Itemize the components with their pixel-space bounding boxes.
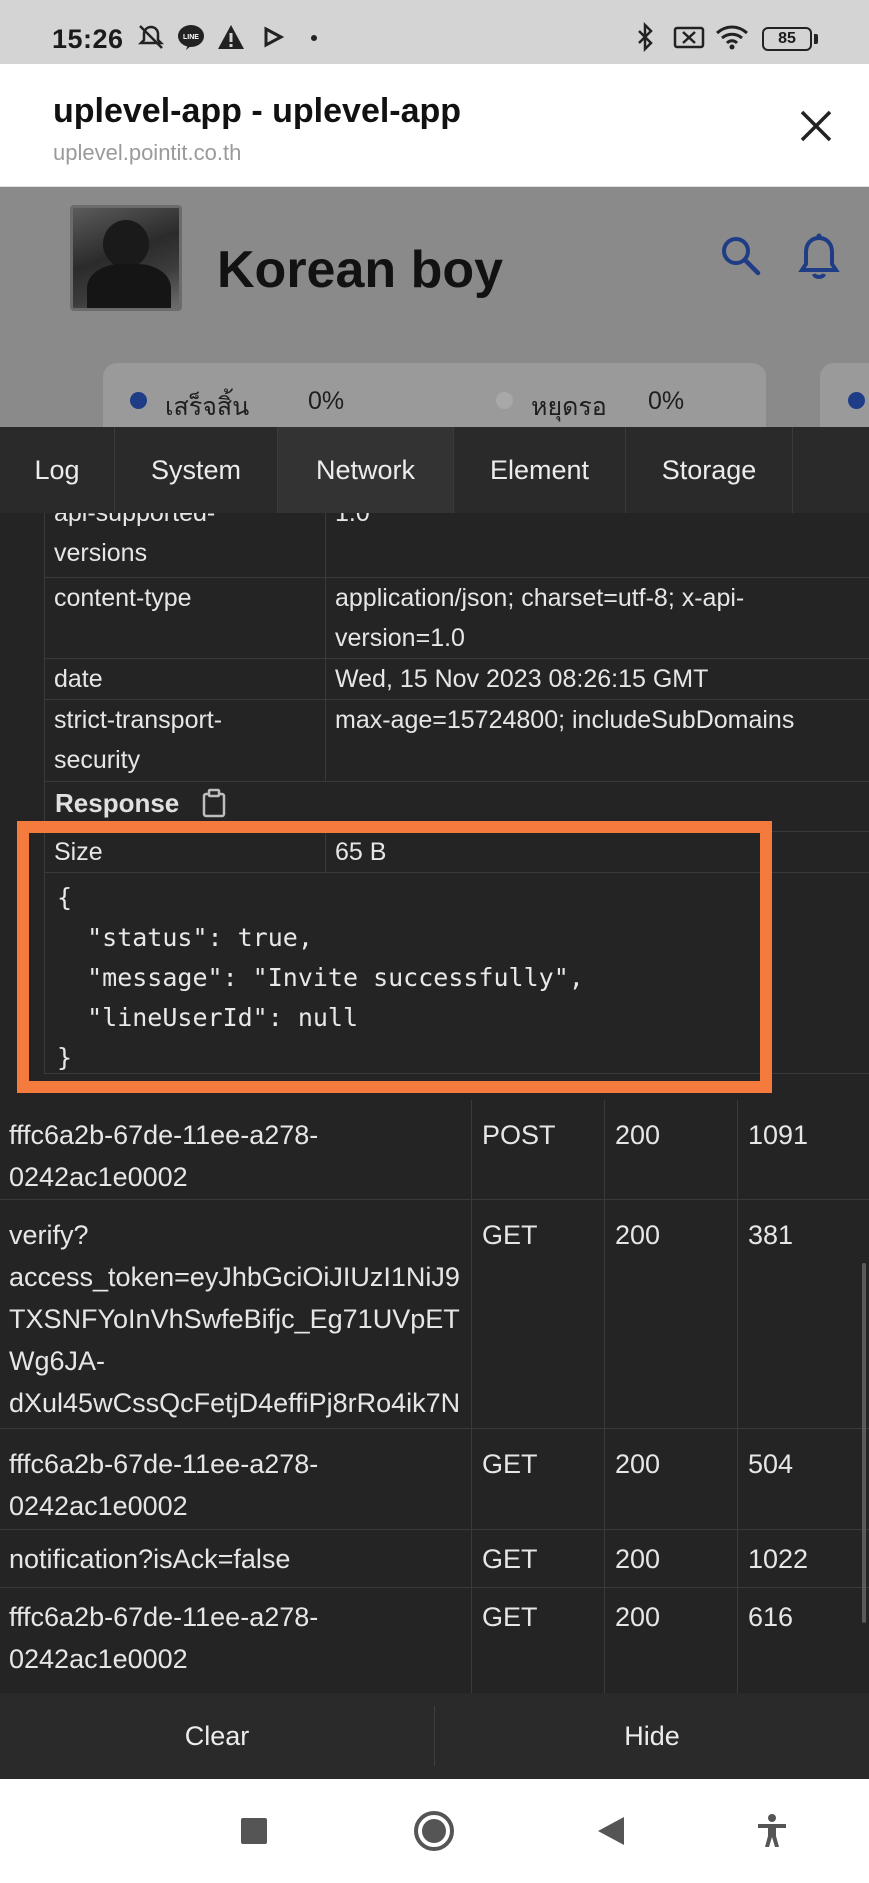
header-value: max-age=15724800; includeSubDomains bbox=[335, 706, 795, 734]
request-row[interactable]: fffc6a2b-67de-11ee-a278- 0242ac1e0002 GE… bbox=[0, 1429, 869, 1530]
request-time: 1022 bbox=[748, 1544, 809, 1574]
header-row: api-supported- versions 1.0 bbox=[44, 513, 869, 578]
search-icon[interactable] bbox=[718, 233, 762, 282]
home-icon[interactable] bbox=[412, 1809, 456, 1858]
tab-storage[interactable]: Storage bbox=[626, 427, 793, 513]
page-url: uplevel.pointit.co.th bbox=[53, 140, 242, 165]
battery-tip bbox=[814, 34, 818, 44]
tab-network[interactable]: Network bbox=[278, 427, 454, 513]
clear-button[interactable]: Clear bbox=[0, 1693, 434, 1779]
request-row[interactable]: verify? access_token=eyJhbGciOiJIUzI1NiJ… bbox=[0, 1200, 869, 1429]
request-name: fffc6a2b-67de-11ee-a278- 0242ac1e0002 bbox=[9, 1120, 319, 1192]
back-icon[interactable] bbox=[596, 1815, 626, 1852]
dot-icon bbox=[309, 22, 319, 58]
request-name: notification?isAck=false bbox=[9, 1544, 291, 1574]
battery-icon: 85 bbox=[762, 27, 812, 51]
wifi-icon bbox=[714, 22, 750, 58]
header-row: content-type application/json; charset=u… bbox=[44, 578, 869, 659]
status-dot-next bbox=[848, 392, 865, 409]
stat-value-waiting: 0% bbox=[648, 387, 685, 415]
request-time: 616 bbox=[748, 1602, 794, 1632]
request-status: 200 bbox=[615, 1120, 661, 1150]
warning-icon bbox=[216, 22, 246, 58]
accessibility-icon[interactable] bbox=[754, 1813, 790, 1854]
header-key: content-type bbox=[54, 584, 192, 612]
header-key: api-supported- versions bbox=[54, 513, 216, 567]
tab-system[interactable]: System bbox=[115, 427, 278, 513]
line-app-icon: LINE bbox=[176, 22, 206, 58]
profile-name: Korean boy bbox=[217, 241, 504, 299]
page-title: uplevel-app - uplevel-app bbox=[53, 92, 462, 130]
copy-icon[interactable] bbox=[201, 788, 227, 823]
bell-icon[interactable] bbox=[797, 232, 841, 287]
header-value: application/json; charset=utf-8; x-api-v… bbox=[335, 584, 745, 652]
request-name: fffc6a2b-67de-11ee-a278- 0242ac1e0002 bbox=[9, 1602, 319, 1674]
request-row[interactable]: fffc6a2b-67de-11ee-a278- 0242ac1e0002 GE… bbox=[0, 1588, 869, 1693]
avatar[interactable] bbox=[70, 205, 182, 311]
status-bar: 15:26 LINE 85 bbox=[0, 0, 869, 64]
console-footer: Clear Hide bbox=[0, 1693, 869, 1779]
stat-label-waiting: หยุดรอ bbox=[531, 393, 607, 421]
request-method: GET bbox=[482, 1602, 538, 1632]
svg-text:LINE: LINE bbox=[183, 34, 199, 41]
request-row[interactable]: fffc6a2b-67de-11ee-a278- 0242ac1e0002 PO… bbox=[0, 1100, 869, 1200]
request-time: 381 bbox=[748, 1220, 794, 1250]
status-dot-done bbox=[130, 392, 147, 409]
request-status: 200 bbox=[615, 1544, 661, 1574]
request-status: 200 bbox=[615, 1602, 661, 1632]
header-row: date Wed, 15 Nov 2023 08:26:15 GMT bbox=[44, 659, 869, 700]
request-status: 200 bbox=[615, 1220, 661, 1250]
tab-log[interactable]: Log bbox=[0, 427, 115, 513]
hide-button[interactable]: Hide bbox=[435, 1693, 869, 1779]
bluetooth-icon bbox=[634, 21, 656, 58]
header-value: Wed, 15 Nov 2023 08:26:15 GMT bbox=[335, 665, 709, 693]
request-name: fffc6a2b-67de-11ee-a278- 0242ac1e0002 bbox=[9, 1449, 319, 1521]
highlight-box bbox=[17, 821, 772, 1093]
network-panel: api-supported- versions 1.0 content-type… bbox=[0, 513, 869, 1693]
stat-value-done: 0% bbox=[308, 387, 345, 415]
request-time: 1091 bbox=[748, 1120, 809, 1150]
status-dot-waiting bbox=[496, 392, 513, 409]
header-key: strict-transport-security bbox=[54, 706, 223, 774]
header-key: date bbox=[54, 665, 103, 693]
stat-label-done: เสร็จสิ้น bbox=[165, 393, 250, 421]
close-icon[interactable] bbox=[790, 100, 842, 152]
request-method: GET bbox=[482, 1220, 538, 1250]
scrollbar[interactable] bbox=[862, 1263, 866, 1623]
header-value: 1.0 bbox=[335, 513, 370, 527]
request-row[interactable]: notification?isAck=false GET 200 1022 bbox=[0, 1530, 869, 1588]
browser-tab-header: uplevel-app - uplevel-app uplevel.pointi… bbox=[0, 64, 869, 187]
request-name: verify? access_token=eyJhbGciOiJIUzI1NiJ… bbox=[9, 1220, 461, 1418]
recents-icon[interactable] bbox=[240, 1817, 268, 1850]
app-background: Korean boy เสร็จสิ้น 0% หยุดรอ 0% bbox=[0, 187, 869, 427]
sim-off-icon bbox=[672, 22, 706, 58]
request-method: POST bbox=[482, 1120, 556, 1150]
status-time: 15:26 bbox=[52, 24, 124, 54]
tab-element[interactable]: Element bbox=[454, 427, 626, 513]
header-row: strict-transport-security max-age=157248… bbox=[44, 700, 869, 782]
play-icon bbox=[263, 22, 285, 58]
request-method: GET bbox=[482, 1449, 538, 1479]
response-title: Response bbox=[55, 788, 180, 818]
console-tabs: Log System Network Element Storage bbox=[0, 427, 869, 513]
request-time: 504 bbox=[748, 1449, 794, 1479]
request-status: 200 bbox=[615, 1449, 661, 1479]
mute-icon bbox=[136, 22, 166, 58]
request-method: GET bbox=[482, 1544, 538, 1574]
navigation-bar bbox=[0, 1779, 869, 1883]
